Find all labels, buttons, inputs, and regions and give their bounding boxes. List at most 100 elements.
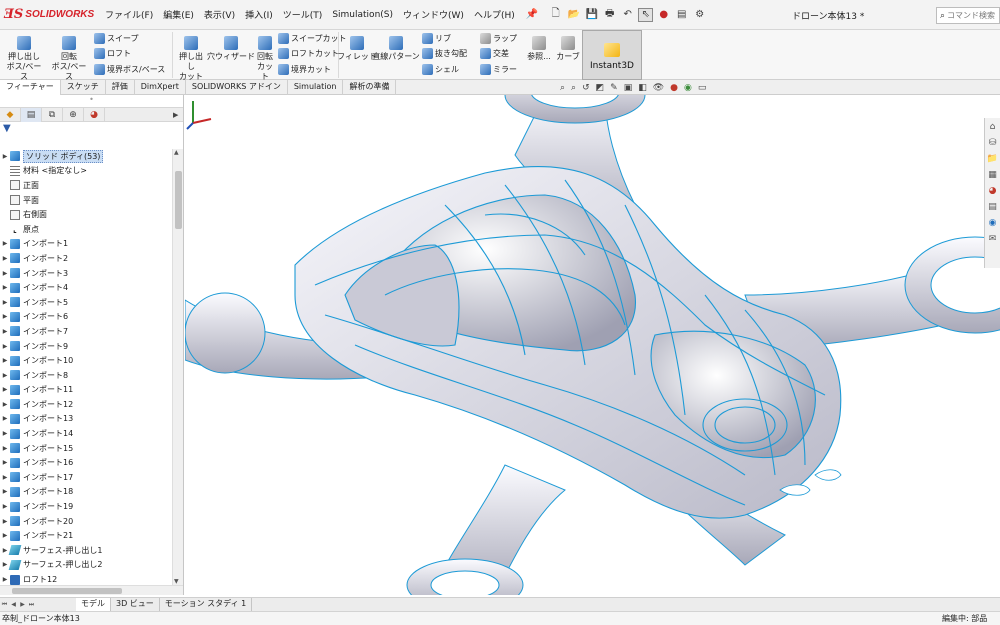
scroll-up-icon[interactable]: ▲ — [174, 149, 179, 156]
feature-tree-tab-icon[interactable]: ◆ — [0, 108, 21, 122]
tree-import-17[interactable]: ▶ インポート17 — [0, 470, 172, 485]
solidworks-resources-icon[interactable]: ◉ — [987, 216, 999, 229]
tree-top-plane[interactable]: 平面 — [0, 193, 172, 208]
expand-arrow-icon[interactable]: ▶ — [0, 474, 10, 481]
options-gear-icon[interactable]: ⚙ — [692, 8, 707, 22]
tree-import-14[interactable]: ▶ インポート14 — [0, 426, 172, 441]
fillet-button[interactable]: フィレット — [337, 36, 377, 62]
tree-horizontal-scrollbar[interactable] — [0, 585, 183, 595]
rib-button[interactable]: リブ — [422, 33, 451, 44]
save-icon[interactable]: 💾 — [584, 8, 599, 22]
scroll-thumb[interactable] — [175, 171, 182, 229]
tree-surface-extrude-1[interactable]: ▶ サーフェス-押し出し1 — [0, 543, 172, 558]
tab-motion-study-1[interactable]: モーション スタディ 1 — [160, 598, 253, 611]
dynamic-annotation-icon[interactable]: ✎ — [610, 83, 618, 93]
appearances-icon[interactable]: ◕ — [987, 184, 999, 197]
menu-edit[interactable]: 編集(E) — [158, 8, 199, 21]
menu-help[interactable]: ヘルプ(H) — [469, 8, 520, 21]
expand-arrow-icon[interactable]: ▶ — [0, 415, 10, 422]
expand-arrow-icon[interactable]: ▶ — [0, 518, 10, 525]
scroll-down-icon[interactable]: ▼ — [174, 578, 179, 585]
reference-geometry-button[interactable]: 参照... — [522, 36, 556, 62]
view-orientation-icon[interactable]: ▣ — [624, 83, 633, 93]
zoom-area-icon[interactable]: ⌕ — [571, 83, 576, 93]
revolve-boss-button[interactable]: 回転 ボス/ベース — [48, 36, 90, 82]
expand-arrow-icon[interactable]: ▶ — [0, 445, 10, 452]
home-icon[interactable]: ⌂ — [987, 120, 999, 133]
tree-import-21[interactable]: ▶ インポート21 — [0, 528, 172, 543]
filter-icon[interactable]: ▼ — [0, 122, 183, 136]
expand-arrow-icon[interactable]: ▶ — [0, 313, 10, 320]
expand-arrow-icon[interactable]: ▶ — [0, 255, 10, 262]
tab-simulation[interactable]: Simulation — [288, 80, 344, 95]
tree-import-16[interactable]: ▶ インポート16 — [0, 455, 172, 470]
tree-import-2[interactable]: ▶ インポート2 — [0, 251, 172, 266]
tab-addins[interactable]: SOLIDWORKS アドイン — [186, 80, 288, 95]
linear-pattern-button[interactable]: 直線パターン — [372, 36, 420, 62]
forum-icon[interactable]: ✉ — [987, 232, 999, 245]
solidworks-logo[interactable]: ƎS SOLIDWORKS — [0, 7, 100, 22]
mirror-button[interactable]: ミラー — [480, 64, 517, 75]
first-tab-icon[interactable]: ⏮ — [0, 601, 9, 609]
expand-arrow-icon[interactable]: ▶ — [0, 532, 10, 539]
tree-import-8[interactable]: ▶ インポート9 — [0, 339, 172, 354]
tree-import-9[interactable]: ▶ インポート10 — [0, 353, 172, 368]
expand-arrow-icon[interactable]: ▶ — [0, 430, 10, 437]
tree-import-18[interactable]: ▶ インポート18 — [0, 485, 172, 500]
expand-arrow-icon[interactable]: ▶ — [0, 343, 10, 350]
display-style-icon[interactable]: ◧ — [638, 83, 647, 93]
rebuild-traffic-light-icon[interactable]: ● — [656, 8, 671, 22]
last-tab-icon[interactable]: ⏭ — [27, 601, 36, 609]
tree-import-3[interactable]: ▶ インポート3 — [0, 266, 172, 281]
menu-tools[interactable]: ツール(T) — [278, 8, 328, 21]
draft-button[interactable]: 抜き勾配 — [422, 48, 467, 59]
intersect-button[interactable]: 交差 — [480, 48, 509, 59]
tree-import-20[interactable]: ▶ インポート20 — [0, 514, 172, 529]
custom-properties-icon[interactable]: ▤ — [987, 200, 999, 213]
tab-3d-views[interactable]: 3D ビュー — [111, 598, 160, 611]
tab-features[interactable]: フィーチャー — [0, 80, 61, 95]
extrude-boss-button[interactable]: 押し出し ボス/ベース — [4, 36, 44, 82]
tree-right-plane[interactable]: 右側面 — [0, 207, 172, 222]
expand-arrow-icon[interactable]: ▶ — [0, 576, 10, 583]
previous-view-icon[interactable]: ↺ — [582, 83, 590, 93]
tree-import-15[interactable]: ▶ インポート15 — [0, 441, 172, 456]
tree-loft-12[interactable]: ▶ ロフト12 — [0, 572, 172, 585]
menu-view[interactable]: 表示(V) — [199, 8, 240, 21]
property-manager-tab-icon[interactable]: ▤ — [21, 108, 42, 122]
tree-origin[interactable]: ⌞ 原点 — [0, 222, 172, 237]
command-search[interactable]: ⌕ コマンド検索 — [936, 7, 1000, 24]
tree-import-5[interactable]: ▶ インポート5 — [0, 295, 172, 310]
tree-import-11[interactable]: ▶ インポート11 — [0, 383, 172, 398]
wrap-button[interactable]: ラップ — [480, 33, 517, 44]
tree-import-10[interactable]: ▶ インポート8 — [0, 368, 172, 383]
open-folder-icon[interactable]: 📂 — [566, 8, 581, 22]
display-manager-tab-icon[interactable]: ◕ — [84, 108, 105, 122]
expand-arrow-icon[interactable]: ▶ — [0, 357, 10, 364]
tree-import-19[interactable]: ▶ インポート19 — [0, 499, 172, 514]
tree-import-1[interactable]: ▶ インポート1 — [0, 237, 172, 252]
expand-arrow-icon[interactable]: ▶ — [0, 488, 10, 495]
tree-vertical-scrollbar[interactable]: ▲ ▼ — [172, 149, 183, 585]
view-palette-icon[interactable]: ▦ — [987, 168, 999, 181]
instant3d-button[interactable]: Instant3D — [582, 30, 642, 80]
select-arrow-icon[interactable]: ⇖ — [638, 7, 654, 22]
graphics-area[interactable] — [185, 95, 1000, 595]
tab-sketch[interactable]: スケッチ — [61, 80, 106, 95]
expand-arrow-icon[interactable]: ▶ — [0, 284, 10, 291]
menu-file[interactable]: ファイル(F) — [100, 8, 158, 21]
new-document-icon[interactable]: 🗋 — [548, 8, 563, 22]
tree-surface-extrude-2[interactable]: ▶ サーフェス-押し出し2 — [0, 558, 172, 573]
menu-simulation[interactable]: Simulation(S) — [327, 10, 398, 20]
tree-import-12[interactable]: ▶ インポート12 — [0, 397, 172, 412]
curves-button[interactable]: カーブ — [556, 36, 580, 62]
file-explorer-icon[interactable]: 📁 — [987, 152, 999, 165]
panel-grip[interactable]: • — [0, 95, 183, 107]
tree-import-6[interactable]: ▶ インポート6 — [0, 310, 172, 325]
loft-button[interactable]: ロフト — [94, 48, 131, 59]
sweep-button[interactable]: スイープ — [94, 33, 139, 44]
hide-show-items-icon[interactable]: 👁 — [653, 83, 664, 93]
extrude-cut-button[interactable]: 押し出し カット — [176, 36, 206, 82]
print-icon[interactable]: 🖶 — [602, 8, 617, 22]
menu-insert[interactable]: 挿入(I) — [240, 8, 278, 21]
